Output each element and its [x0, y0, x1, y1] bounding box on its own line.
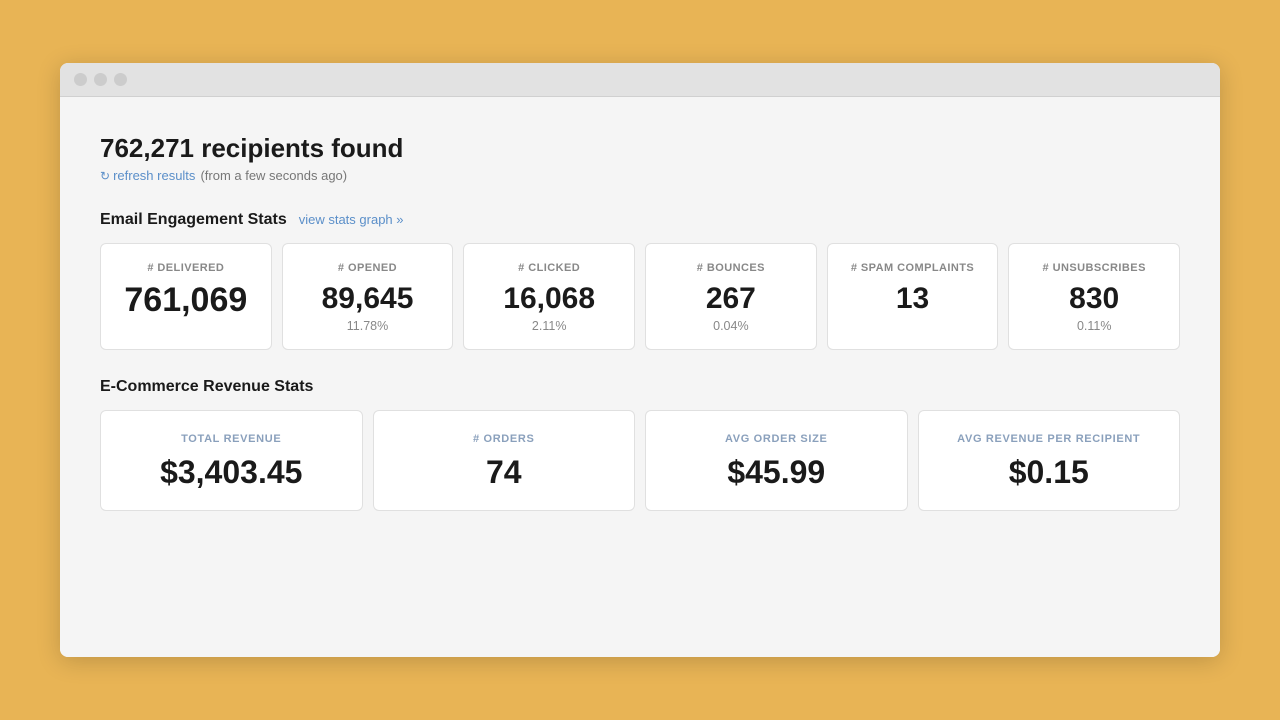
traffic-light-maximize[interactable]	[114, 73, 127, 86]
stat-percent-opened: 11.78%	[347, 319, 388, 333]
browser-content: 762,271 recipients found ↻ refresh resul…	[60, 97, 1220, 657]
ecommerce-value-avg-revenue: $0.15	[1009, 455, 1089, 490]
ecommerce-value-revenue: $3,403.45	[160, 455, 302, 490]
ecommerce-card-avg-revenue: AVG REVENUE PER RECIPIENT $0.15	[918, 410, 1181, 511]
stat-card-unsubscribes: # UNSUBSCRIBES 830 0.11%	[1008, 243, 1180, 350]
traffic-light-minimize[interactable]	[94, 73, 107, 86]
stat-value-bounces: 267	[706, 282, 756, 315]
stat-label-spam: # SPAM COMPLAINTS	[851, 262, 974, 274]
view-graph-link[interactable]: view stats graph »	[299, 212, 404, 227]
refresh-time: (from a few seconds ago)	[200, 168, 347, 183]
stat-value-clicked: 16,068	[503, 282, 595, 315]
email-section-title: Email Engagement Stats	[100, 211, 287, 229]
stat-card-delivered: # DELIVERED 761,069	[100, 243, 272, 350]
ecommerce-value-orders: 74	[486, 455, 522, 490]
ecommerce-card-avg-order: AVG ORDER SIZE $45.99	[645, 410, 908, 511]
stat-value-unsubscribes: 830	[1069, 282, 1119, 315]
refresh-row: ↻ refresh results (from a few seconds ag…	[100, 168, 1180, 183]
ecommerce-grid: TOTAL REVENUE $3,403.45 # ORDERS 74 AVG …	[100, 410, 1180, 511]
stat-percent-bounces: 0.04%	[713, 319, 748, 333]
ecommerce-section-header: E-Commerce Revenue Stats	[100, 378, 1180, 396]
stat-value-delivered: 761,069	[124, 282, 247, 319]
stat-label-opened: # OPENED	[338, 262, 397, 274]
stat-label-unsubscribes: # UNSUBSCRIBES	[1043, 262, 1146, 274]
stat-value-opened: 89,645	[322, 282, 414, 315]
stat-percent-unsubscribes: 0.11%	[1077, 319, 1112, 333]
stat-card-bounces: # BOUNCES 267 0.04%	[645, 243, 817, 350]
refresh-label: refresh results	[113, 168, 195, 183]
traffic-light-close[interactable]	[74, 73, 87, 86]
stat-label-bounces: # BOUNCES	[697, 262, 765, 274]
ecommerce-card-orders: # ORDERS 74	[373, 410, 636, 511]
email-section-header: Email Engagement Stats view stats graph …	[100, 211, 1180, 229]
refresh-icon: ↻	[100, 169, 110, 183]
ecommerce-label-avg-revenue: AVG REVENUE PER RECIPIENT	[957, 433, 1140, 445]
stat-label-clicked: # CLICKED	[518, 262, 580, 274]
stat-card-opened: # OPENED 89,645 11.78%	[282, 243, 454, 350]
recipients-title: 762,271 recipients found	[100, 133, 1180, 164]
stat-percent-clicked: 2.11%	[532, 319, 567, 333]
stat-card-clicked: # CLICKED 16,068 2.11%	[463, 243, 635, 350]
email-stats-grid: # DELIVERED 761,069 # OPENED 89,645 11.7…	[100, 243, 1180, 350]
ecommerce-label-avg-order: AVG ORDER SIZE	[725, 433, 828, 445]
browser-window: 762,271 recipients found ↻ refresh resul…	[60, 63, 1220, 657]
refresh-link[interactable]: ↻ refresh results	[100, 168, 195, 183]
browser-titlebar	[60, 63, 1220, 97]
ecommerce-label-orders: # ORDERS	[473, 433, 535, 445]
ecommerce-label-revenue: TOTAL REVENUE	[181, 433, 281, 445]
stat-value-spam: 13	[896, 282, 929, 315]
stat-label-delivered: # DELIVERED	[147, 262, 224, 274]
stat-card-spam: # SPAM COMPLAINTS 13	[827, 243, 999, 350]
ecommerce-section-title: E-Commerce Revenue Stats	[100, 378, 313, 396]
ecommerce-card-revenue: TOTAL REVENUE $3,403.45	[100, 410, 363, 511]
ecommerce-value-avg-order: $45.99	[727, 455, 825, 490]
